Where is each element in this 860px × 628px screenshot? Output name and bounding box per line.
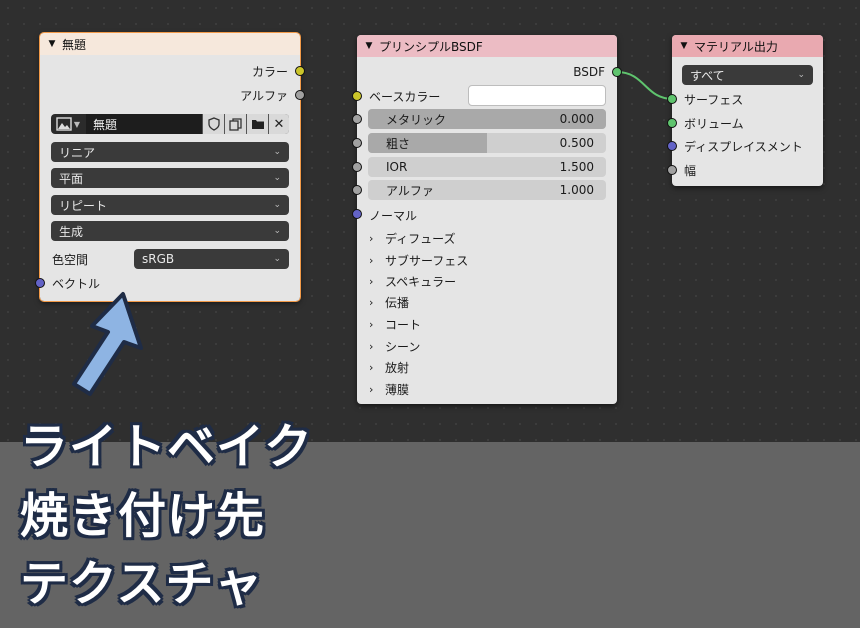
alpha-field[interactable]: アルファ 1.000 (368, 180, 606, 200)
caption-line-2: 焼き付け先 (20, 488, 266, 544)
volume-input-socket[interactable] (667, 118, 677, 128)
chevron-down-icon[interactable]: ▼ (678, 41, 690, 51)
vector-input-socket[interactable] (35, 278, 45, 288)
normal-label: ノーマル (369, 208, 418, 223)
node-header[interactable]: ▼ プリンシプルBSDF (357, 35, 617, 57)
output-alpha: アルファ (240, 88, 288, 103)
input-displacement-label: ディスプレイスメント (684, 139, 803, 154)
folder-icon (251, 120, 264, 129)
panel-subsurface[interactable]: › サブサーフェス (369, 250, 468, 270)
alpha-input-socket[interactable] (352, 185, 362, 195)
chevron-right-icon: › (369, 382, 374, 396)
panel-emission[interactable]: › 放射 (369, 357, 409, 377)
panel-sheen[interactable]: › シーン (369, 336, 420, 356)
chevron-down-icon: ⌄ (797, 70, 805, 80)
caption-line-1: ライトベイク (20, 419, 314, 475)
roughness-field[interactable]: 粗さ 0.500 (368, 133, 606, 153)
base-color-input-socket[interactable] (352, 91, 362, 101)
output-color: カラー (251, 64, 288, 79)
duplicate-button[interactable] (224, 114, 246, 134)
alpha-output-socket[interactable] (295, 90, 305, 100)
ior-field[interactable]: IOR 1.500 (368, 157, 606, 177)
input-volume-label: ボリューム (684, 116, 744, 131)
annotation-arrow (72, 292, 143, 396)
chevron-right-icon: › (369, 360, 374, 374)
node-header[interactable]: ▼ 無題 (40, 33, 300, 55)
color-space-dropdown[interactable]: sRGB ⌄ (134, 249, 289, 269)
image-browse-button[interactable]: ▼ (51, 114, 85, 134)
color-space-label: 色空間 (52, 252, 89, 267)
material-output-node[interactable]: ▼ マテリアル出力 すべて ⌄ サーフェス ボリューム ディスプレイスメント 幅 (672, 35, 823, 186)
duplicate-icon (229, 117, 242, 131)
image-name-field[interactable]: 無題 (86, 114, 202, 134)
chevron-down-icon[interactable]: ▼ (363, 41, 375, 51)
image-icon (56, 117, 72, 131)
normal-input-socket[interactable] (352, 209, 362, 219)
interpolation-dropdown[interactable]: リニア ⌄ (51, 142, 289, 162)
image-texture-node[interactable]: ▼ 無題 カラー アルファ ▼ 無題 ✕ リニア ⌄ 平面 ⌄ リピート ⌄ 生… (39, 32, 301, 302)
metallic-input-socket[interactable] (352, 114, 362, 124)
surface-input-socket[interactable] (667, 94, 677, 104)
extension-dropdown[interactable]: リピート ⌄ (51, 195, 289, 215)
chevron-right-icon: › (369, 253, 374, 267)
metallic-field[interactable]: メタリック 0.000 (368, 109, 606, 129)
chevron-right-icon: › (369, 274, 374, 288)
chevron-down-icon: ⌄ (273, 254, 281, 264)
node-header[interactable]: ▼ マテリアル出力 (672, 35, 823, 57)
projection-dropdown[interactable]: 平面 ⌄ (51, 168, 289, 188)
chevron-down-icon: ⌄ (273, 226, 281, 236)
chevron-right-icon: › (369, 339, 374, 353)
input-thickness-label: 幅 (684, 163, 697, 178)
chevron-right-icon: › (369, 231, 374, 245)
base-color-label: ベースカラー (369, 89, 441, 104)
panel-diffuse[interactable]: › ディフューズ (369, 228, 456, 248)
panel-transmission[interactable]: › 伝播 (369, 292, 409, 312)
node-title: マテリアル出力 (694, 39, 778, 54)
color-output-socket[interactable] (295, 66, 305, 76)
chevron-down-icon[interactable]: ▼ (46, 39, 58, 49)
fake-user-button[interactable] (202, 114, 224, 134)
unlink-image-button[interactable]: ✕ (268, 114, 289, 134)
node-title: 無題 (62, 37, 87, 52)
open-image-button[interactable] (246, 114, 268, 134)
target-dropdown[interactable]: すべて ⌄ (682, 65, 813, 85)
chevron-down-icon: ⌄ (273, 200, 281, 210)
base-color-swatch[interactable] (468, 85, 606, 106)
output-bsdf: BSDF (573, 65, 605, 79)
bsdf-output-socket[interactable] (612, 67, 622, 77)
chevron-right-icon: › (369, 317, 374, 331)
panel-thin-film[interactable]: › 薄膜 (369, 379, 409, 399)
roughness-input-socket[interactable] (352, 138, 362, 148)
panel-coat[interactable]: › コート (369, 314, 421, 334)
caption-line-3: テクスチャ (20, 556, 264, 612)
chevron-down-icon: ⌄ (273, 147, 281, 157)
chevron-right-icon: › (369, 295, 374, 309)
chevron-down-icon: ⌄ (273, 173, 281, 183)
ior-input-socket[interactable] (352, 162, 362, 172)
input-surface-label: サーフェス (684, 92, 744, 107)
node-title: プリンシプルBSDF (379, 39, 483, 54)
close-icon: ✕ (273, 116, 285, 132)
thickness-input-socket[interactable] (667, 165, 677, 175)
source-dropdown[interactable]: 生成 ⌄ (51, 221, 289, 241)
panel-specular[interactable]: › スペキュラー (369, 271, 456, 291)
displacement-input-socket[interactable] (667, 141, 677, 151)
shield-icon (207, 117, 220, 131)
image-selector[interactable]: ▼ 無題 ✕ (51, 114, 289, 134)
